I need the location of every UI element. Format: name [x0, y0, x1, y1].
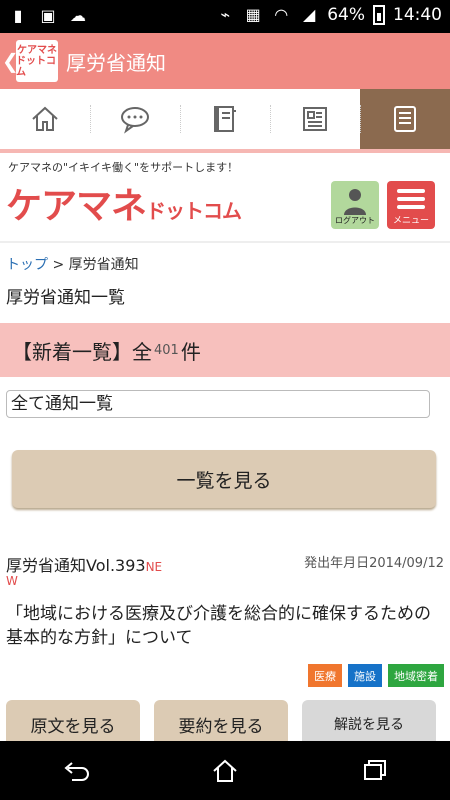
status-bar: ▮ ▣ ☁ ⌁ ▦ ◠ ◢ 64% 14:40 — [0, 0, 450, 33]
app-logo[interactable]: ケアマネ ドットコム — [16, 40, 58, 82]
logout-label: ログアウト — [335, 216, 375, 225]
app-title: 厚労省通知 — [66, 50, 166, 75]
hamburger-icon — [397, 189, 425, 209]
tag-facility: 施設 — [348, 664, 382, 687]
tab-home[interactable] — [0, 89, 90, 149]
user-icon — [344, 189, 366, 215]
logo-line-1: ケアマネ — [17, 44, 57, 56]
clock: 14:40 — [393, 5, 442, 25]
tagline: ケアマネの"イキイキ働く"をサポートします！ — [8, 161, 239, 174]
cloud-upload-icon: ☁ — [70, 6, 86, 25]
home-icon — [32, 106, 58, 131]
tab-bar — [0, 89, 450, 153]
notice-filter-select[interactable]: 全て通知一覧 — [6, 390, 430, 418]
back-nav-icon[interactable] — [60, 756, 90, 786]
image-icon: ▣ — [40, 6, 56, 25]
menu-label: メニュー — [392, 216, 429, 226]
brand-header: ケアマネの"イキイキ働く"をサポートします！ ケアマネドットコム ログアウト メ… — [0, 157, 450, 243]
new-badge-wrap: W — [6, 574, 18, 588]
breadcrumb-top-link[interactable]: トップ — [6, 257, 48, 273]
book-icon — [214, 106, 236, 132]
new-list-count: 401 — [154, 342, 179, 358]
breadcrumb-current: 厚労省通知 — [68, 257, 139, 273]
tag-medical: 医療 — [308, 664, 342, 687]
document-icon — [303, 107, 327, 131]
tab-document[interactable] — [270, 89, 360, 149]
notice-tags: 医療 施設 地域密着 — [308, 664, 444, 687]
logout-button[interactable]: ログアウト — [331, 181, 379, 229]
tab-book[interactable] — [180, 89, 270, 149]
notice-title[interactable]: 厚労省通知Vol.393NE W — [6, 552, 163, 588]
back-icon[interactable]: ❮ — [2, 49, 19, 73]
wordmark-sub: ドットコム — [146, 199, 242, 223]
sim-icon: ▦ — [245, 5, 261, 24]
battery-icon — [373, 5, 385, 25]
vibrate-icon: ⌁ — [220, 5, 231, 24]
battery-percent: 64% — [327, 5, 365, 25]
new-list-suffix: 件 — [180, 339, 201, 364]
logo-line-2: ドットコム — [16, 55, 56, 78]
page-title: 厚労省通知一覧 — [6, 288, 125, 308]
new-badge: NE — [145, 560, 163, 574]
notice-body[interactable]: 「地域における医療及び介護を総合的に確保するための基本的な方針」について — [6, 602, 444, 650]
sd-card-icon: ▮ — [13, 6, 23, 25]
system-nav-bar — [0, 741, 450, 800]
breadcrumb: トップ > 厚労省通知 — [6, 254, 139, 274]
tag-community: 地域密着 — [388, 664, 444, 687]
notice-title-text: 厚労省通知Vol.393 — [6, 556, 146, 575]
menu-button[interactable]: メニュー — [387, 181, 435, 229]
chat-icon — [121, 107, 149, 134]
new-list-prefix: 【新着一覧】全 — [12, 339, 152, 364]
wifi-icon: ◠ — [274, 5, 289, 24]
wordmark-main: ケアマネ — [6, 186, 147, 227]
signal-icon: ◢ — [303, 5, 316, 24]
view-list-button[interactable]: 一覧を見る — [12, 450, 436, 508]
breadcrumb-separator: > — [52, 257, 65, 273]
notice-date: 発出年月日2014/09/12 — [304, 556, 444, 571]
recents-nav-icon[interactable] — [360, 756, 390, 786]
new-list-header: 【新着一覧】全 401 件 — [0, 323, 450, 377]
tab-chat[interactable] — [90, 89, 180, 149]
app-bar: ❮ ケアマネ ドットコム 厚労省通知 — [0, 33, 450, 89]
brand-wordmark[interactable]: ケアマネドットコム — [6, 177, 242, 229]
list-icon — [394, 106, 416, 132]
home-nav-icon[interactable] — [210, 756, 240, 786]
tab-list[interactable] — [360, 89, 450, 149]
